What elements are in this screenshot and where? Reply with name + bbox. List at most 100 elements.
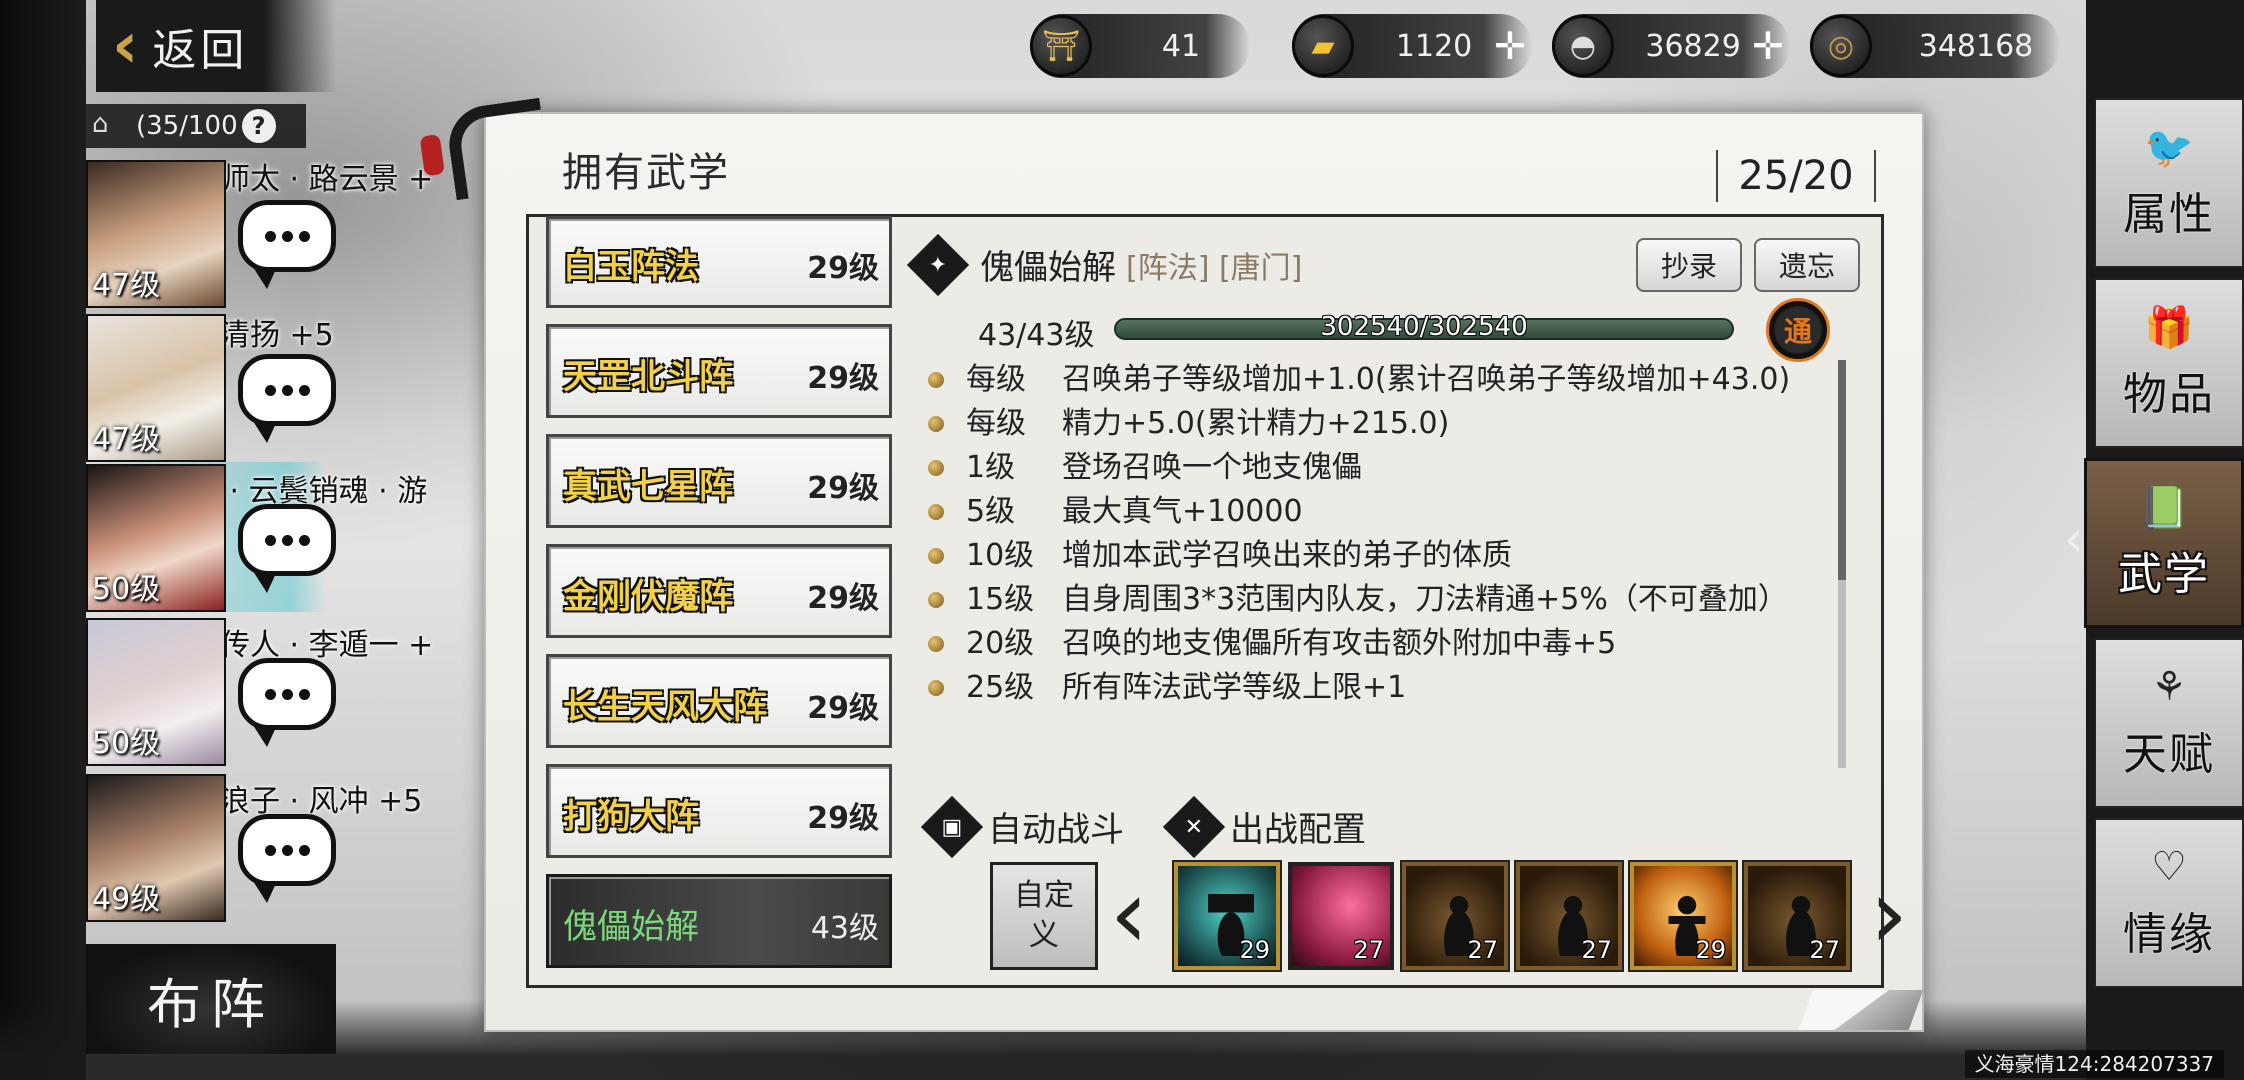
move-level: 27 <box>1467 936 1498 964</box>
roster-header: ⌂ (35/100 ? <box>86 104 306 148</box>
effect-text: 登场召唤一个地支傀儡 <box>1062 450 1362 485</box>
effects-scrollbar[interactable] <box>1838 360 1846 768</box>
hero-level: 50级 <box>92 726 161 761</box>
skill-level: 43级 <box>810 911 879 946</box>
chat-bubble-icon[interactable] <box>238 504 336 593</box>
tab-label: 物品 <box>2123 369 2215 420</box>
silver-ingot-icon: ◓ <box>1552 15 1614 77</box>
bullet-icon <box>928 372 944 388</box>
tab-talents[interactable]: ⚘ 天赋 <box>2094 638 2244 808</box>
move-slot[interactable]: 29 <box>1174 862 1280 970</box>
skill-detail-header: ✦ 傀儡始解 [阵法] [唐门] <box>906 233 1302 296</box>
chat-bubble-icon[interactable] <box>238 814 336 903</box>
battle-config-label: 出战配置 <box>1230 810 1366 850</box>
mastered-badge[interactable]: 通 <box>1766 298 1830 362</box>
auto-battle-option[interactable]: ▣ 自动战斗 <box>920 795 1124 858</box>
tab-label: 情缘 <box>2123 909 2215 960</box>
move-level: 29 <box>1695 936 1726 964</box>
move-level: 29 <box>1239 936 1270 964</box>
tab-relationships[interactable]: ♡ 情缘 <box>2094 818 2244 988</box>
tab-martial-arts[interactable]: 📗 武学 <box>2084 458 2244 628</box>
chat-bubble-icon[interactable] <box>238 354 336 443</box>
copy-button[interactable]: 抄录 <box>1636 238 1742 292</box>
skill-name: 长生天风大阵 <box>563 687 767 727</box>
effect-row: 10级 增加本武学召唤出来的弟子的体质 <box>928 534 1848 578</box>
effect-text: 精力+5.0(累计精力+215.0) <box>1062 406 1450 441</box>
help-icon[interactable]: ? <box>241 109 276 143</box>
resource-gold[interactable]: ▰ 1120 ✛ <box>1292 14 1532 78</box>
exp-text: 302540/302540 <box>1320 312 1528 342</box>
hero-card-5[interactable]: 49级 <box>86 774 226 922</box>
monitor-diamond-icon: ▣ <box>920 795 984 858</box>
skill-name: 天罡北斗阵 <box>563 357 733 397</box>
hero-card-1[interactable]: 47级 <box>86 160 226 308</box>
effect-text: 召唤弟子等级增加+1.0(累计召唤弟子等级增加+43.0) <box>1062 362 1791 397</box>
add-silver-icon[interactable]: ✛ <box>1752 24 1784 68</box>
move-slot[interactable]: 29 <box>1630 862 1736 970</box>
copper-coin-icon: ◎ <box>1810 15 1872 77</box>
next-arrow-icon[interactable]: › <box>1864 866 1914 964</box>
skill-name: 金刚伏魔阵 <box>563 577 733 617</box>
hero-card-4[interactable]: 50级 <box>86 618 226 766</box>
hero-level: 47级 <box>92 422 161 457</box>
move-slot[interactable]: 27 <box>1744 862 1850 970</box>
hero-card-2[interactable]: 47级 <box>86 314 226 462</box>
skill-list-item[interactable]: 天罡北斗阵 29级 <box>546 324 892 418</box>
bullet-icon <box>928 416 944 432</box>
effect-level: 20级 <box>966 626 1035 661</box>
skill-level: 29级 <box>807 691 879 726</box>
effect-level: 5级 <box>966 494 1016 529</box>
battle-config-option[interactable]: ✕ 出战配置 <box>1162 795 1366 858</box>
tab-items[interactable]: 🎁 物品 <box>2094 278 2244 448</box>
roster-count: (35/100 <box>136 111 238 141</box>
skill-list-item[interactable]: 白玉阵法 29级 <box>546 216 892 308</box>
bird-icon: 🐦 <box>2144 125 2194 171</box>
effect-level: 每级 <box>966 406 1026 441</box>
bullet-icon <box>928 592 944 608</box>
prev-arrow-icon[interactable]: ‹ <box>1104 866 1154 964</box>
resource-silver[interactable]: ◓ 36829 ✛ <box>1552 14 1790 78</box>
forget-button[interactable]: 遗忘 <box>1754 238 1860 292</box>
skill-detail-level: 43/43级 <box>978 318 1095 353</box>
hero-level: 49级 <box>92 882 161 917</box>
skill-detail-name: 傀儡始解 <box>980 248 1116 288</box>
move-level: 27 <box>1581 936 1612 964</box>
page-title: 拥有武学 <box>562 150 730 196</box>
skill-list-item[interactable]: 打狗大阵 29级 <box>546 764 892 858</box>
chat-bubble-icon[interactable] <box>238 658 336 747</box>
resource-value: 36829 <box>1645 28 1741 64</box>
skill-name: 傀儡始解 <box>563 907 699 947</box>
effect-level: 15级 <box>966 582 1035 617</box>
effect-row: 5级 最大真气+10000 <box>928 490 1848 534</box>
resource-cauldron[interactable]: ⛩ 41 <box>1030 14 1250 78</box>
skill-name: 打狗大阵 <box>563 797 699 837</box>
back-button[interactable]: ‹ 返回 <box>96 0 336 92</box>
move-level: 27 <box>1353 936 1384 964</box>
effect-text: 召唤的地支傀儡所有攻击额外附加中毒+5 <box>1062 626 1617 661</box>
customize-button[interactable]: 自定义 <box>990 862 1098 970</box>
chat-bubble-icon[interactable] <box>238 200 336 289</box>
tab-attributes[interactable]: 🐦 属性 <box>2094 98 2244 268</box>
scrollbar-thumb[interactable] <box>1838 360 1846 580</box>
effect-level: 1级 <box>966 450 1016 485</box>
move-slot[interactable]: 27 <box>1402 862 1508 970</box>
skill-list-item[interactable]: 真武七星阵 29级 <box>546 434 892 528</box>
formation-button[interactable]: 布阵 <box>86 944 336 1054</box>
skill-list-item-selected[interactable]: 傀儡始解 43级 <box>546 874 892 968</box>
effect-list: 每级 召唤弟子等级增加+1.0(累计召唤弟子等级增加+43.0) 每级 精力+5.0… <box>928 358 1848 710</box>
add-gold-icon[interactable]: ✛ <box>1494 24 1526 68</box>
formation-diamond-icon: ✦ <box>906 233 970 296</box>
heart-knot-icon: ♡ <box>2151 844 2187 890</box>
resource-copper[interactable]: ◎ 348168 <box>1810 14 2060 78</box>
hero-card-3[interactable]: 50级 <box>86 464 226 612</box>
effect-level: 10级 <box>966 538 1035 573</box>
bullet-icon <box>928 548 944 564</box>
move-level: 27 <box>1809 936 1840 964</box>
cauldron-icon: ⛩ <box>1030 15 1092 77</box>
bullet-icon <box>928 504 944 520</box>
effect-text: 自身周围3*3范围内队友，刀法精通+5%（不可叠加） <box>1062 582 1788 617</box>
skill-list-item[interactable]: 金刚伏魔阵 29级 <box>546 544 892 638</box>
move-slot[interactable]: 27 <box>1288 862 1394 970</box>
move-slot[interactable]: 27 <box>1516 862 1622 970</box>
skill-list-item[interactable]: 长生天风大阵 29级 <box>546 654 892 748</box>
